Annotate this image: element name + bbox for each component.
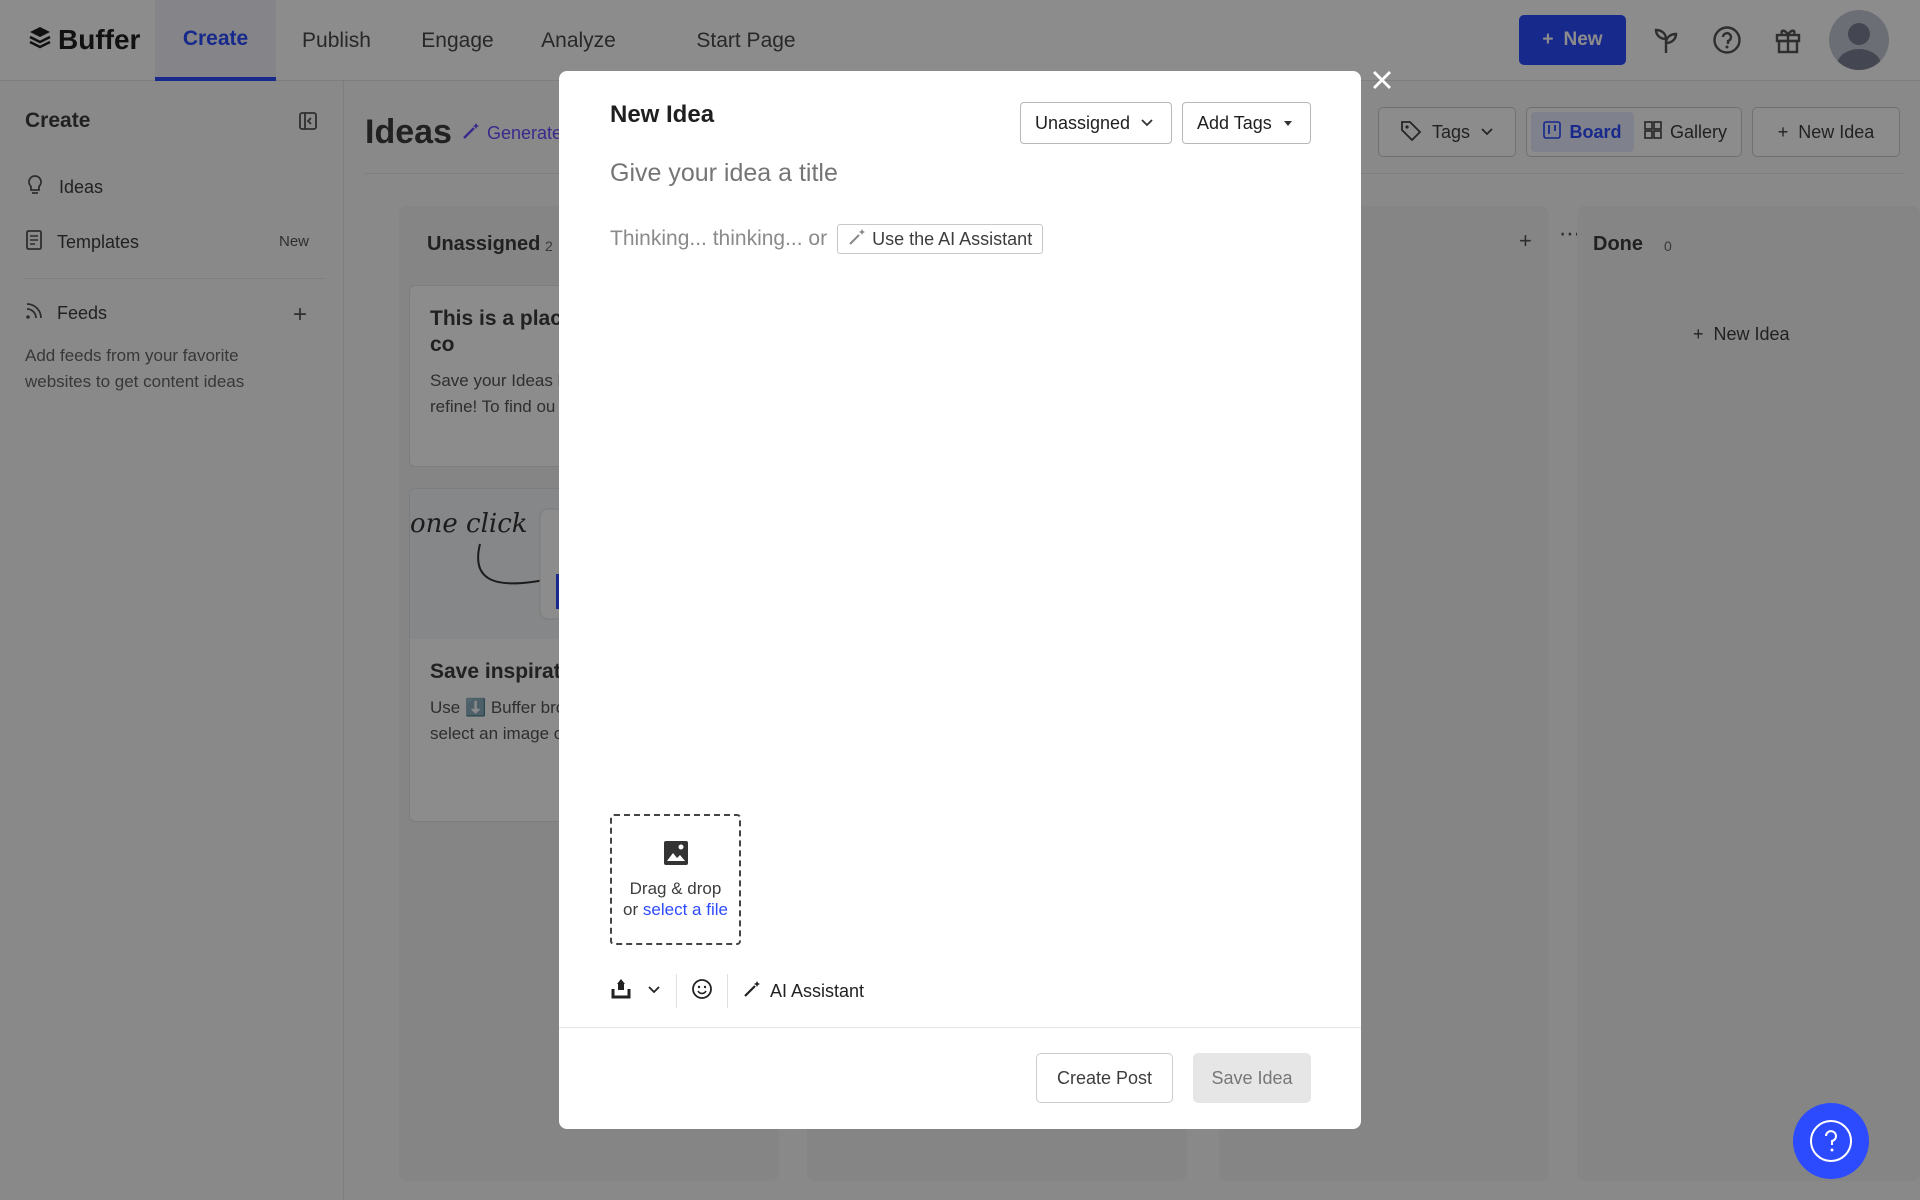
footer-divider — [559, 1027, 1361, 1028]
body-placeholder: Thinking... thinking... or — [610, 227, 828, 250]
use-ai-assistant-button[interactable]: Use the AI Assistant — [837, 224, 1044, 254]
ai-assistant-label: AI Assistant — [770, 980, 865, 1001]
caret-down-icon — [1282, 113, 1294, 134]
chevron-down-icon — [1140, 113, 1154, 134]
emoji-icon[interactable] — [691, 978, 713, 1005]
toolbar-divider — [727, 974, 728, 1008]
new-idea-modal: New Idea Unassigned Add Tags Thinking...… — [559, 71, 1361, 1129]
modal-title: New Idea — [610, 101, 715, 128]
idea-body-editor[interactable]: Thinking... thinking... or Use the AI As… — [610, 224, 1044, 254]
group-select[interactable]: Unassigned — [1020, 102, 1172, 144]
ai-chip-label: Use the AI Assistant — [872, 228, 1033, 249]
dropzone-text: Drag & drop — [629, 879, 722, 898]
magic-wand-icon — [742, 979, 762, 1004]
dropzone-subtext: or select a file — [623, 899, 728, 920]
group-select-value: Unassigned — [1035, 112, 1131, 133]
ai-assistant-button[interactable]: AI Assistant — [742, 979, 864, 1004]
add-tags-select[interactable]: Add Tags — [1182, 102, 1311, 144]
dropzone-or: or — [623, 900, 639, 919]
select-file-link[interactable]: select a file — [643, 900, 728, 919]
idea-title-input[interactable] — [610, 159, 1310, 188]
help-chat-button[interactable] — [1793, 1103, 1869, 1179]
editor-toolbar: AI Assistant — [610, 971, 864, 1011]
save-idea-button[interactable]: Save Idea — [1193, 1053, 1311, 1103]
magic-wand-icon — [848, 228, 866, 251]
chevron-down-icon[interactable] — [646, 981, 662, 1002]
image-icon — [662, 839, 690, 872]
upload-icon[interactable] — [610, 978, 632, 1005]
create-post-button[interactable]: Create Post — [1036, 1053, 1173, 1103]
media-dropzone[interactable]: Drag & drop or select a file — [610, 814, 741, 945]
add-tags-label: Add Tags — [1197, 112, 1272, 133]
toolbar-divider — [676, 974, 677, 1008]
close-icon[interactable] — [1368, 66, 1396, 94]
